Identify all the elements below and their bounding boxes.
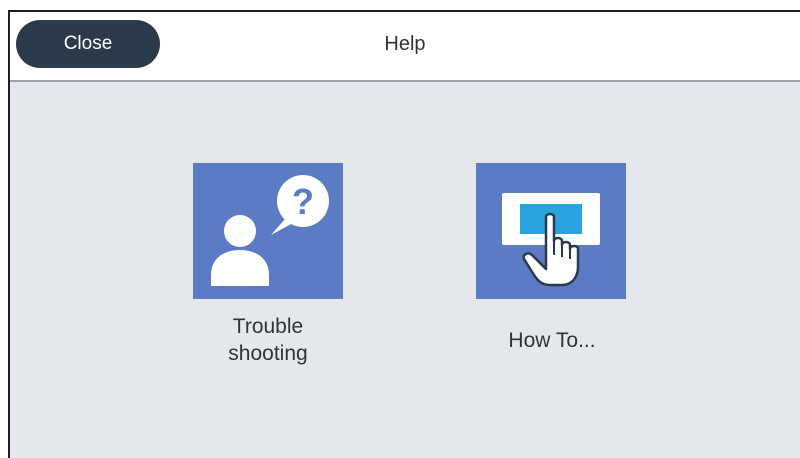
troubleshooting-tile[interactable]: ?: [193, 163, 343, 299]
help-screen: Close Help ? Trouble shooting How To...: [8, 10, 800, 458]
how-to-touch-icon: [502, 193, 600, 287]
troubleshooting-icon: ?: [211, 175, 329, 286]
how-to-tile[interactable]: [476, 163, 626, 299]
header-bar: Close Help: [10, 12, 800, 82]
svg-text:?: ?: [292, 181, 314, 222]
how-to-label: How To...: [508, 329, 596, 352]
troubleshooting-label: Trouble shooting: [228, 315, 308, 365]
page-title: Help: [384, 33, 426, 55]
